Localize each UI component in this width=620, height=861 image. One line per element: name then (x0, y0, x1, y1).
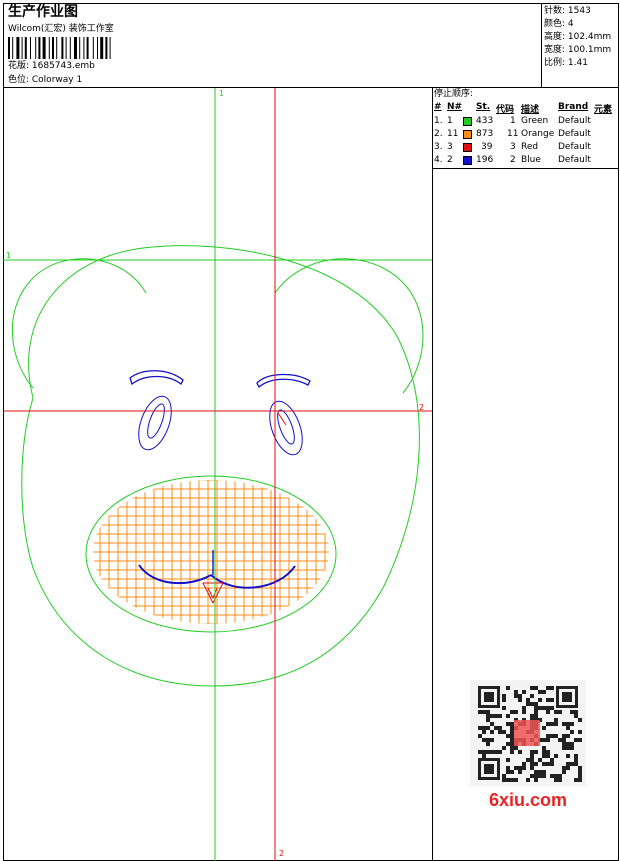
guide-label: 1 (6, 251, 11, 260)
legend-row-index: 1. (434, 116, 443, 126)
legend-row-stitches: 39 (481, 142, 493, 152)
left-eyebrow (129, 370, 184, 386)
design-canvas: 1 1 2 2 (3, 88, 432, 861)
barcode (8, 37, 111, 59)
color-swatch-green (463, 117, 472, 126)
legend-row-code: 11 (507, 129, 519, 139)
col-header-element: 元素 (594, 105, 613, 115)
legend-row-stitches: 433 (476, 116, 494, 126)
stat-height: 高度: 102.4mm (544, 32, 612, 42)
legend-row-n: 2 (447, 155, 453, 165)
col-header-code: 代码 (496, 105, 515, 115)
guide-label: 2 (279, 849, 284, 858)
legend-column-divider (432, 88, 433, 861)
nose (202, 582, 224, 605)
legend-row-n: 1 (447, 116, 453, 126)
col-header-index: # (434, 102, 442, 112)
stat-width: 宽度: 100.1mm (544, 45, 612, 55)
stats-divider (541, 3, 542, 88)
legend-bottom-divider (432, 168, 619, 169)
watermark: 6xiu.com (470, 680, 586, 810)
legend-row-brand: Default (558, 142, 591, 152)
stop-sequence-title: 停止顺序: (434, 89, 474, 99)
stat-stitches: 针数: 1543 (544, 6, 591, 16)
legend-row-index: 2. (434, 129, 443, 139)
legend-row-code: 1 (510, 116, 516, 126)
legend-row-stitches: 196 (476, 155, 494, 165)
stat-colors: 颜色: 4 (544, 19, 574, 29)
legend-row-desc: Blue (521, 155, 541, 165)
qr-code-icon (470, 680, 586, 786)
legend-row-desc: Red (521, 142, 539, 152)
design-file: 花版: 1685743.emb (8, 61, 95, 71)
company-name: Wilcom(汇宏) 装饰工作室 (8, 24, 114, 34)
color-swatch-orange (463, 130, 472, 139)
legend-row-brand: Default (558, 129, 591, 139)
col-header-brand: Brand (558, 102, 589, 112)
legend-row-desc: Orange (521, 129, 555, 139)
legend-row-n: 11 (447, 129, 459, 139)
right-eye (269, 400, 303, 456)
colorway: 色位: Colorway 1 (8, 75, 83, 85)
legend-row-code: 2 (510, 155, 516, 165)
legend-row-brand: Default (558, 116, 591, 126)
legend-row-desc: Green (521, 116, 549, 126)
left-eye-inner (147, 403, 165, 439)
head-outline (21, 245, 420, 687)
mouth-left (138, 564, 212, 585)
color-swatch-blue (463, 156, 472, 165)
right-ear (274, 258, 424, 394)
color-swatch-red (463, 143, 472, 152)
legend-row-brand: Default (558, 155, 591, 165)
col-header-n: N# (447, 102, 463, 112)
legend-row-n: 3 (447, 142, 453, 152)
stat-scale: 比例: 1.41 (544, 58, 588, 68)
sheet-title: 生产作业图 (8, 4, 78, 20)
muzzle-fill (93, 480, 329, 624)
legend-row-code: 3 (510, 142, 516, 152)
guide-label: 2 (419, 403, 424, 412)
guide-label: 1 (219, 89, 224, 98)
left-ear (11, 258, 147, 389)
legend-row-index: 3. (434, 142, 443, 152)
legend-row-stitches: 873 (476, 129, 494, 139)
watermark-site: 6xiu.com (488, 790, 568, 810)
col-header-stitches: St. (476, 102, 491, 112)
col-header-desc: 描述 (521, 105, 540, 115)
legend-row-index: 4. (434, 155, 443, 165)
right-eyebrow (256, 373, 311, 389)
left-eye (138, 395, 172, 451)
